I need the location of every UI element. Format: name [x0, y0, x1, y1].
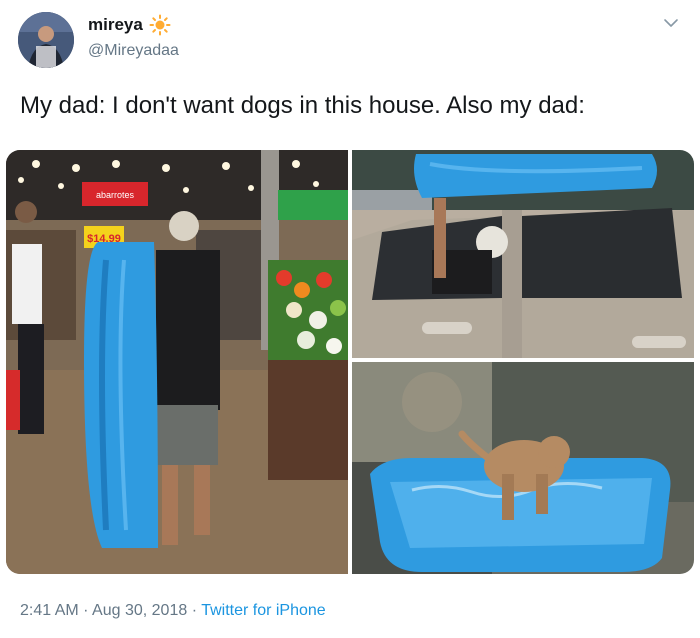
photo-car-pool[interactable] — [352, 150, 694, 358]
author-name-row[interactable]: mireya — [88, 14, 171, 36]
author-display-name[interactable]: mireya — [88, 15, 143, 35]
avatar[interactable] — [18, 12, 74, 68]
avatar-image — [18, 12, 74, 68]
photo-dog-pool[interactable] — [352, 362, 694, 574]
author-handle[interactable]: @Mireyadaa — [88, 42, 179, 60]
store-sign: abarrotes — [96, 190, 135, 200]
tweet-card: mireya @Mireyadaa My dad: I don't want d… — [0, 0, 700, 638]
meta-separator: · — [78, 602, 93, 619]
photo-supermarket[interactable]: abarrotes $14.99 — [6, 150, 348, 574]
chevron-down-icon[interactable] — [662, 14, 680, 32]
tweet-time[interactable]: 2:41 AM — [20, 602, 79, 619]
tweet-text: My dad: I don't want dogs in this house.… — [20, 92, 585, 119]
meta-separator: · — [187, 602, 202, 619]
sun-icon — [149, 14, 171, 36]
tweet-meta: 2:41 AM · Aug 30, 2018 · Twitter for iPh… — [20, 602, 326, 620]
media-grid[interactable]: abarrotes $14.99 — [6, 150, 694, 574]
tweet-date[interactable]: Aug 30, 2018 — [92, 602, 187, 619]
tweet-source-link[interactable]: Twitter for iPhone — [201, 602, 326, 619]
